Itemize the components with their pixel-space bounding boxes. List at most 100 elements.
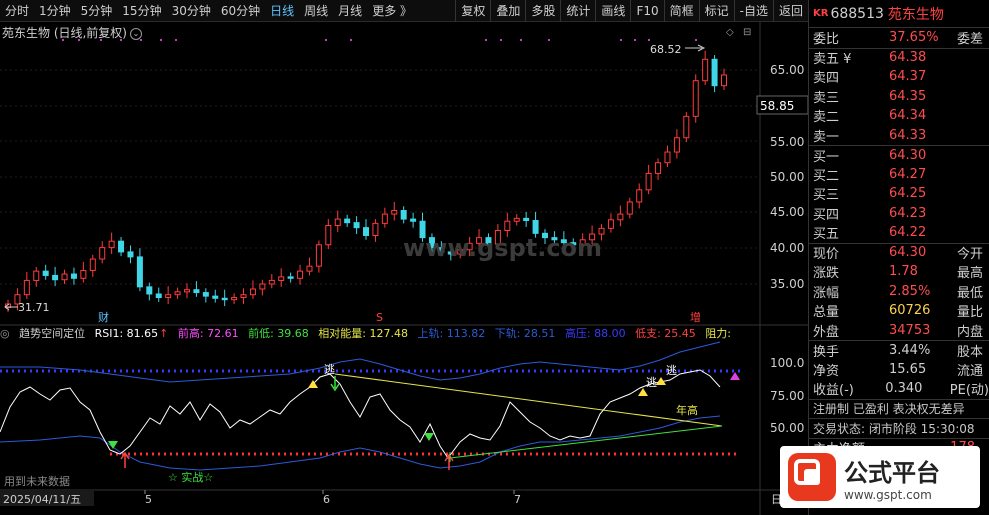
candle-body	[410, 218, 417, 222]
candle-body	[306, 265, 313, 272]
bid-label: 买二	[813, 168, 840, 184]
gspt-logo-icon	[788, 453, 836, 501]
period-tab-weekly[interactable]: 周线	[299, 0, 333, 22]
bid-label: 买一	[813, 149, 840, 165]
stat2-extra: 股本	[957, 344, 984, 360]
candle-body	[33, 270, 40, 281]
price-tick-45: 45.00	[770, 205, 804, 219]
month-label-5: 5	[145, 493, 152, 506]
ask-price: 64.35	[889, 88, 927, 104]
period-tab-60min[interactable]: 60分钟	[216, 0, 265, 22]
ask-price: 64.33	[889, 127, 927, 143]
ind-tick-100: 100.0	[770, 356, 804, 370]
ask-row-3[interactable]: 卖三 64.35	[809, 87, 989, 107]
ask-row-2[interactable]: 卖二 64.34	[809, 106, 989, 126]
multi-stock-button[interactable]: 多股	[525, 0, 560, 22]
stat-extra: 量比	[957, 305, 984, 321]
ask-row-4[interactable]: 卖四 64.37	[809, 67, 989, 87]
period-tab-30min[interactable]: 30分钟	[167, 0, 216, 22]
stat-label: 涨幅	[813, 285, 840, 301]
indicator-settings-icon[interactable]: ◎	[0, 327, 10, 340]
watermark-text: www.gspt.com	[403, 234, 602, 262]
ask-label: 卖五 ¥	[813, 52, 852, 68]
magenta-up-triangle	[730, 372, 740, 380]
expand-icon[interactable]: ⊟	[743, 27, 751, 38]
indicator-name[interactable]: 趋势空间定位	[19, 327, 85, 340]
bid-row-2[interactable]: 买二 64.27	[809, 165, 989, 185]
ask-row-1[interactable]: 卖一 64.33	[809, 126, 989, 146]
stat2-row-turnover: 换手 3.44% 股本	[809, 340, 989, 360]
bid-price: 64.23	[889, 205, 927, 221]
gaoya-value: 高压: 88.00	[564, 327, 626, 340]
fuquan-button[interactable]: 复权	[455, 0, 490, 22]
bid-label: 买四	[813, 207, 840, 223]
stat2-value: 3.44%	[889, 342, 931, 358]
stock-tags: 注册制 已盈利 表决权无差异	[809, 398, 989, 419]
stats-button[interactable]: 统计	[560, 0, 595, 22]
candle-body	[52, 274, 59, 281]
mark-button[interactable]: 标记	[698, 0, 734, 22]
stat-extra: 最低	[957, 285, 984, 301]
candle-body	[240, 294, 247, 299]
candle-body	[683, 115, 690, 139]
signal-dots-top	[62, 39, 697, 41]
s-marker: S	[376, 311, 383, 324]
overlay-button[interactable]: 叠加	[490, 0, 525, 22]
candle-body	[325, 225, 332, 246]
bid-row-3[interactable]: 买三 64.25	[809, 184, 989, 204]
bid-row-1[interactable]: 买一 64.30	[809, 145, 989, 165]
candle-body	[231, 297, 238, 301]
bid-price: 64.30	[889, 147, 927, 163]
period-tab-more[interactable]: 更多 》	[367, 0, 417, 22]
low-price-label: 31.71	[18, 301, 50, 314]
bid-row-4[interactable]: 买四 64.23	[809, 204, 989, 224]
ask-row-5[interactable]: 卖五 ¥ 64.38	[809, 47, 989, 68]
period-tab-fenshi[interactable]: 分时	[0, 0, 34, 22]
diamond-icon[interactable]: ◇	[726, 27, 734, 38]
candle-body	[118, 240, 125, 253]
candle-body	[108, 240, 115, 249]
candle-body	[202, 292, 209, 297]
yellow-up-triangle-2	[638, 388, 648, 396]
rsi-line	[0, 369, 721, 459]
high-price-label: 68.52	[650, 43, 682, 56]
ask-label: 卖一	[813, 129, 840, 145]
stat2-label: 换手	[813, 344, 840, 360]
stat2-label: 收益(-)	[813, 383, 854, 399]
weibi-label: 委比	[813, 32, 840, 48]
period-tab-15min[interactable]: 15分钟	[117, 0, 166, 22]
ask-price: 64.37	[889, 69, 927, 85]
add-watchlist-button[interactable]: -自选	[733, 0, 773, 22]
chevron-down-icon[interactable]: ⌄	[130, 27, 142, 40]
indicator-header: ◎ 趋势空间定位 RSI1: 81.65↑ 前高: 72.61 前低: 39.6…	[0, 326, 808, 342]
kline-chart[interactable]: 68.52 31.71 财 S 增 www.gspt.com 65.00 55.…	[0, 22, 808, 515]
chart-canvas[interactable]: 68.52 31.71 财 S 增 www.gspt.com 65.00 55.…	[0, 22, 808, 515]
back-button[interactable]: 返回	[772, 0, 808, 22]
simple-frame-button[interactable]: 简框	[663, 0, 699, 22]
period-tab-1min[interactable]: 1分钟	[34, 0, 76, 22]
indicator-pane: 逃 逃 逃 ☆ 实战☆ 年高 用到未来数据	[0, 341, 740, 488]
stat-extra: 内盘	[957, 324, 984, 340]
draw-line-button[interactable]: 画线	[595, 0, 630, 22]
candle-body	[721, 74, 727, 87]
stat-row-change: 涨跌 1.78 最高	[809, 262, 989, 282]
bid-row-5[interactable]: 买五 64.22	[809, 223, 989, 243]
rsi-value: RSI1: 81.65	[94, 327, 159, 340]
price-tick-40: 40.00	[770, 241, 804, 255]
ask-price: 64.34	[889, 108, 927, 124]
stat-row-outer: 外盘 34753 内盘	[809, 321, 989, 341]
period-tab-monthly[interactable]: 月线	[333, 0, 367, 22]
candle-body	[645, 172, 652, 191]
weibi-value: 37.65%	[889, 30, 939, 46]
candle-body	[372, 222, 379, 236]
period-tab-daily[interactable]: 日线	[265, 0, 299, 22]
green-sell-arrow	[330, 376, 340, 392]
gspt-text: 公式平台 www.gspt.com	[844, 453, 940, 502]
lower-band	[0, 415, 721, 471]
candle-body	[61, 273, 68, 281]
qiandi-value: 前低: 39.68	[248, 327, 309, 340]
stat-row-price: 现价 64.30 今开	[809, 242, 989, 262]
stat-value: 2.85%	[889, 283, 931, 299]
f10-button[interactable]: F10	[630, 0, 663, 22]
period-tab-5min[interactable]: 5分钟	[76, 0, 118, 22]
